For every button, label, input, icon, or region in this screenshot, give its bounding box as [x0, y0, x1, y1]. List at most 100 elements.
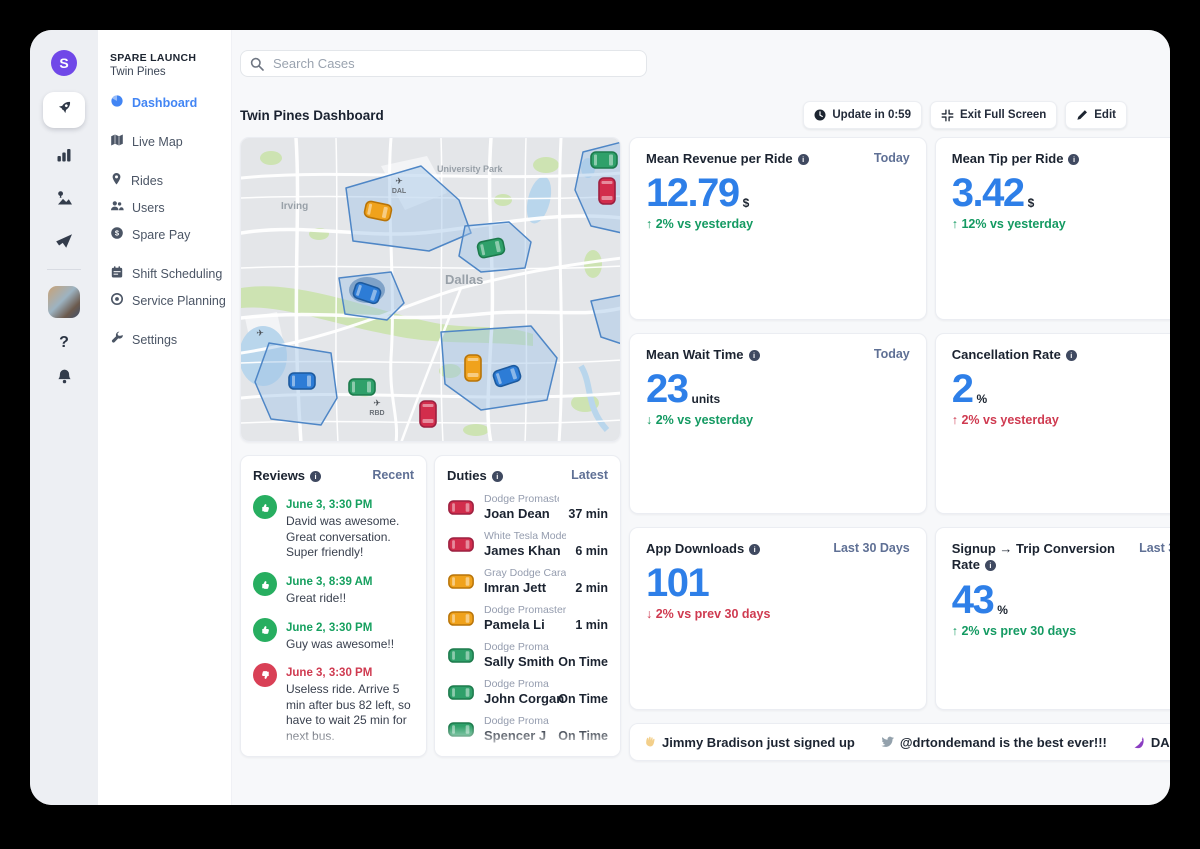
duty-row[interactable]: Dodge Promaster 102 Spencer J On Time — [447, 715, 608, 743]
map-vehicle[interactable] — [591, 152, 617, 168]
map-vehicle[interactable] — [420, 401, 436, 427]
duty-row[interactable]: Gray Dodge Caravan Imran Jett 2 min — [447, 567, 608, 595]
thumb-icon — [253, 572, 277, 596]
ticker-text: Jimmy Bradison just signed up — [662, 735, 855, 750]
metric-period: Today — [874, 151, 910, 165]
help-icon[interactable] — [59, 334, 69, 352]
duty-driver: Pamela Li — [484, 617, 566, 632]
duty-row[interactable]: Dodge Promaster 128 Joan Dean 37 min — [447, 493, 608, 521]
metric-title: Signup → Trip Conversion Rate — [952, 541, 1131, 574]
metrics-grid: Mean Revenue per Ride Today 12.79 $ ↑ 2%… — [629, 137, 1170, 710]
review-item[interactable]: June 3, 3:30 PM David was awesome. Great… — [253, 495, 414, 561]
live-map[interactable]: IrvingUniversity ParkDallas✈DAL✈RBD✈ — [240, 137, 621, 442]
metric-delta: ↓ 2% vs yesterday — [646, 413, 910, 427]
review-timestamp: June 2, 3:30 PM — [286, 622, 372, 634]
duty-driver: Imran Jett — [484, 580, 566, 595]
info-icon[interactable] — [798, 154, 809, 165]
info-icon[interactable] — [1066, 350, 1077, 361]
duty-row[interactable]: Dodge Promaster 045 John Corgan On Time — [447, 678, 608, 706]
map-vehicle[interactable] — [349, 379, 375, 395]
rides-pin-icon — [110, 172, 123, 189]
review-item[interactable]: June 1, 1:20 PM This man is a gem, best … — [253, 756, 414, 757]
paper-plane-icon[interactable] — [55, 232, 73, 249]
metric-value: 101 — [646, 563, 708, 603]
info-icon[interactable] — [749, 350, 760, 361]
info-icon[interactable] — [310, 471, 321, 482]
metric-value: 3.42 — [952, 173, 1024, 213]
reviews-filter: Recent — [372, 468, 414, 482]
svg-text:✈: ✈ — [373, 398, 381, 408]
settings-wrench-icon — [110, 331, 124, 348]
metric-delta: ↑ 2% vs yesterday — [952, 413, 1170, 427]
review-timestamp: June 3, 8:39 AM — [286, 576, 373, 588]
nav-item-spare-pay[interactable]: $ Spare Pay — [110, 226, 231, 243]
info-icon[interactable] — [1068, 154, 1079, 165]
nav-item-live-map[interactable]: Live Map — [110, 133, 231, 150]
duty-vehicle: Red Tesla Model X — [484, 752, 549, 757]
activity-ticker: Jimmy Bradison just signed up @drtondema… — [629, 723, 1170, 761]
map-vehicle[interactable] — [465, 355, 481, 381]
exit-fullscreen-button[interactable]: Exit Full Screen — [930, 101, 1057, 129]
review-text: David was awesome. Great conversation. S… — [286, 514, 414, 561]
metric-unit: % — [997, 603, 1008, 620]
ticker-text: DAL → Uni — [1151, 735, 1170, 750]
org-logo[interactable]: S — [51, 50, 77, 76]
duty-driver: Joan Dean — [484, 506, 559, 521]
trend-arrow-icon: ↓ — [646, 413, 652, 427]
map-vehicle[interactable] — [599, 178, 615, 204]
metric-value: 23 — [646, 369, 688, 409]
bar-chart-icon[interactable] — [55, 146, 73, 163]
trend-arrow-icon: ↑ — [952, 624, 958, 638]
duty-driver: John Corgan — [484, 691, 549, 706]
reviews-title: Reviews — [253, 468, 321, 484]
duty-row[interactable]: Red Tesla Model X Ben Morgan On Time — [447, 752, 608, 757]
edit-button[interactable]: Edit — [1065, 101, 1127, 129]
nav-item-rides[interactable]: Rides — [110, 172, 231, 189]
duty-vehicle: Dodge Promaster 128 — [484, 493, 559, 505]
duty-time: 37 min — [568, 507, 608, 521]
search-bar[interactable] — [240, 50, 647, 77]
twitter-icon — [881, 736, 895, 749]
nav-item-service-planning[interactable]: Service Planning — [110, 292, 231, 309]
info-icon[interactable] — [492, 471, 503, 482]
svg-text:DAL: DAL — [392, 188, 407, 195]
main-area: Twin Pines Dashboard Update in 0:59 Exit… — [232, 30, 1170, 805]
thumb-icon — [253, 756, 277, 757]
rail-item-launch[interactable] — [43, 92, 85, 128]
nav-item-settings[interactable]: Settings — [110, 331, 231, 348]
nav-item-dashboard[interactable]: Dashboard — [110, 94, 231, 111]
info-icon[interactable] — [749, 544, 760, 555]
duties-panel: Duties Latest — [434, 455, 621, 757]
duty-row[interactable]: Dodge Promaster 197 Pamela Li 1 min — [447, 604, 608, 632]
map-vehicle[interactable] — [289, 373, 315, 389]
metric-delta: ↓ 2% vs prev 30 days — [646, 607, 910, 621]
update-timer-button[interactable]: Update in 0:59 — [803, 101, 922, 129]
service-planning-icon — [110, 292, 124, 309]
review-timestamp: June 3, 3:30 PM — [286, 499, 372, 511]
duty-row[interactable]: Dodge Promaster 094 Sally Smith On Time — [447, 641, 608, 669]
places-map-icon[interactable] — [55, 189, 74, 206]
duty-time: 1 min — [575, 618, 608, 632]
nav-item-shift-scheduling[interactable]: Shift Scheduling — [110, 265, 231, 282]
trend-arrow-icon: ↑ — [646, 217, 652, 231]
nav-item-users[interactable]: Users — [110, 199, 231, 216]
review-item[interactable]: June 2, 3:30 PM Guy was awesome!! — [253, 618, 414, 653]
duties-title: Duties — [447, 468, 503, 484]
bell-icon[interactable] — [56, 368, 73, 386]
review-text: Guy was awesome!! — [286, 637, 394, 653]
metric-title: App Downloads — [646, 541, 760, 557]
duty-row[interactable]: White Tesla Model 3 (4V99X4 James Khan 6… — [447, 530, 608, 558]
info-icon[interactable] — [985, 560, 996, 571]
user-avatar[interactable] — [48, 286, 80, 318]
review-item[interactable]: June 3, 3:30 PM Useless ride. Arrive 5 m… — [253, 663, 414, 744]
search-input[interactable] — [271, 55, 637, 72]
thumb-icon — [253, 618, 277, 642]
ticker-text: @drtondemand is the best ever!!! — [900, 735, 1107, 750]
reviews-panel: Reviews Recent June 3, 3:30 PM David wa — [240, 455, 427, 757]
review-item[interactable]: June 3, 8:39 AM Great ride!! — [253, 572, 414, 607]
metric-unit: $ — [743, 196, 750, 213]
exit-fullscreen-icon — [941, 109, 954, 122]
duty-time: 6 min — [575, 544, 608, 558]
thumb-icon — [253, 663, 277, 687]
metric-card: Mean Wait Time Today 23 units ↓ 2% vs ye… — [629, 333, 927, 514]
